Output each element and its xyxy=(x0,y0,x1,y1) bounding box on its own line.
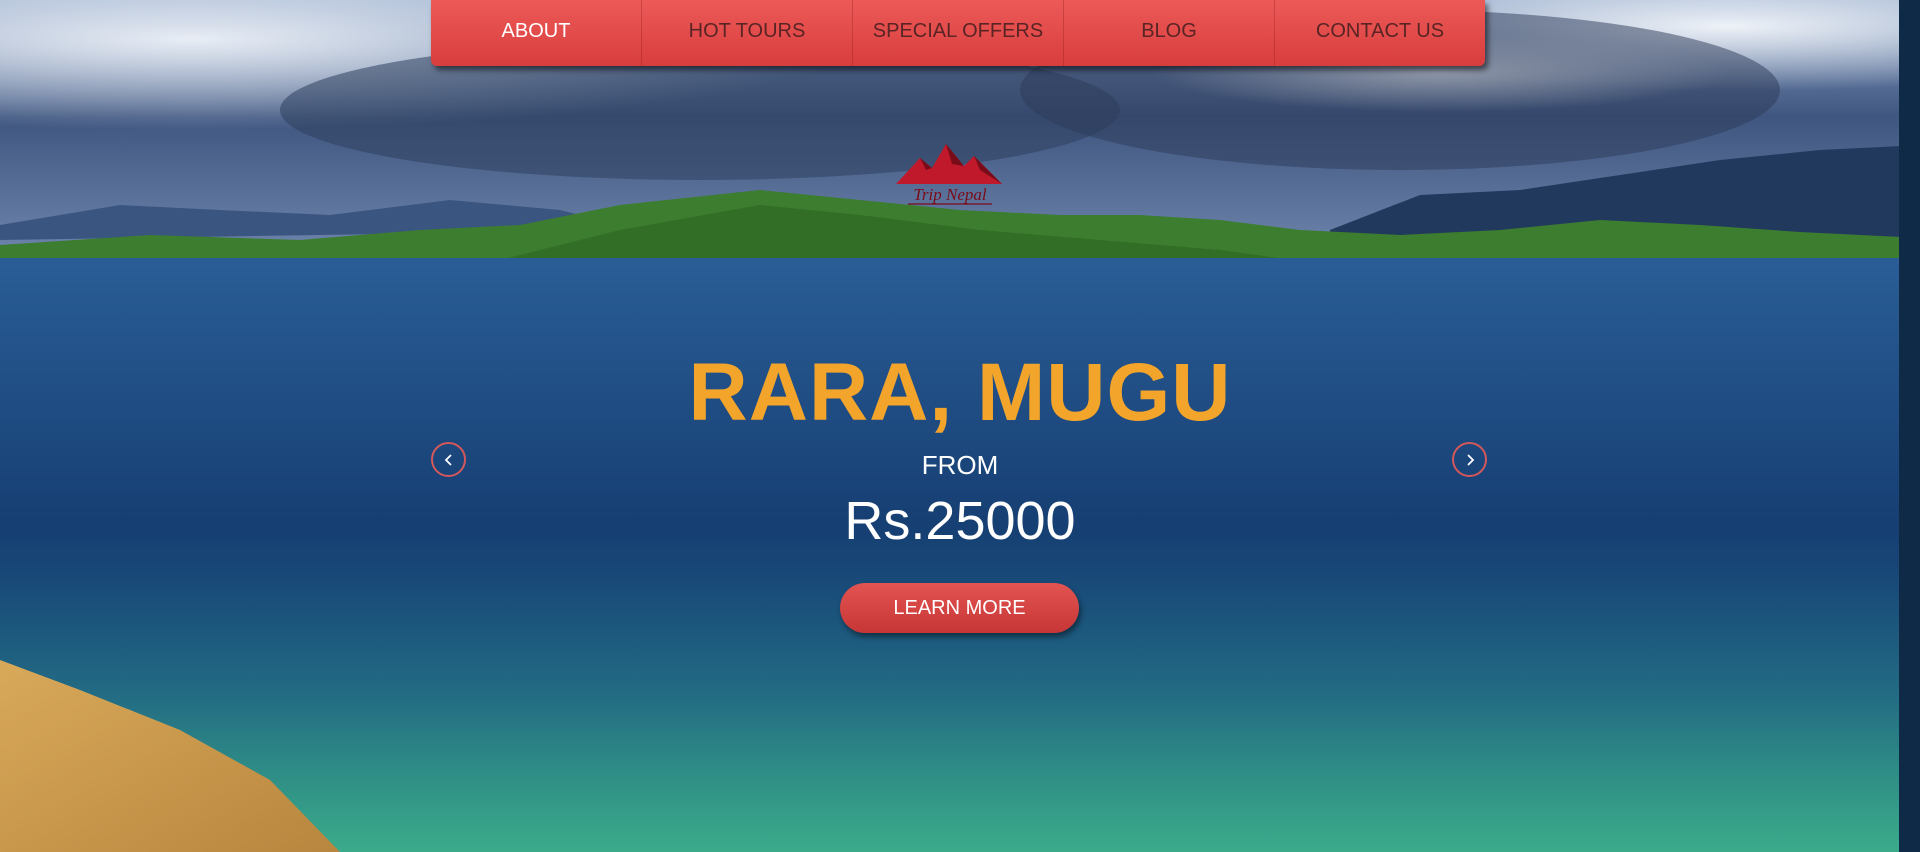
hero-title: RARA, MUGU xyxy=(688,347,1232,438)
nav-item-hot-tours[interactable]: HOT TOURS xyxy=(642,0,853,66)
nav-item-about[interactable]: ABOUT xyxy=(431,0,642,66)
nav-item-blog[interactable]: BLOG xyxy=(1064,0,1275,66)
price-from-label: FROM xyxy=(921,450,999,480)
nav-item-special-offers[interactable]: SPECIAL OFFERS xyxy=(853,0,1064,66)
svg-text:Trip Nepal: Trip Nepal xyxy=(913,185,986,204)
hero-price: Rs.25000 xyxy=(844,491,1076,551)
learn-more-button[interactable]: LEARN MORE xyxy=(840,583,1079,633)
main-navigation: ABOUT HOT TOURS SPECIAL OFFERS BLOG CONT… xyxy=(431,0,1485,66)
nav-item-contact-us[interactable]: CONTACT US xyxy=(1275,0,1485,66)
trip-nepal-logo[interactable]: Trip Nepal xyxy=(890,140,1010,212)
